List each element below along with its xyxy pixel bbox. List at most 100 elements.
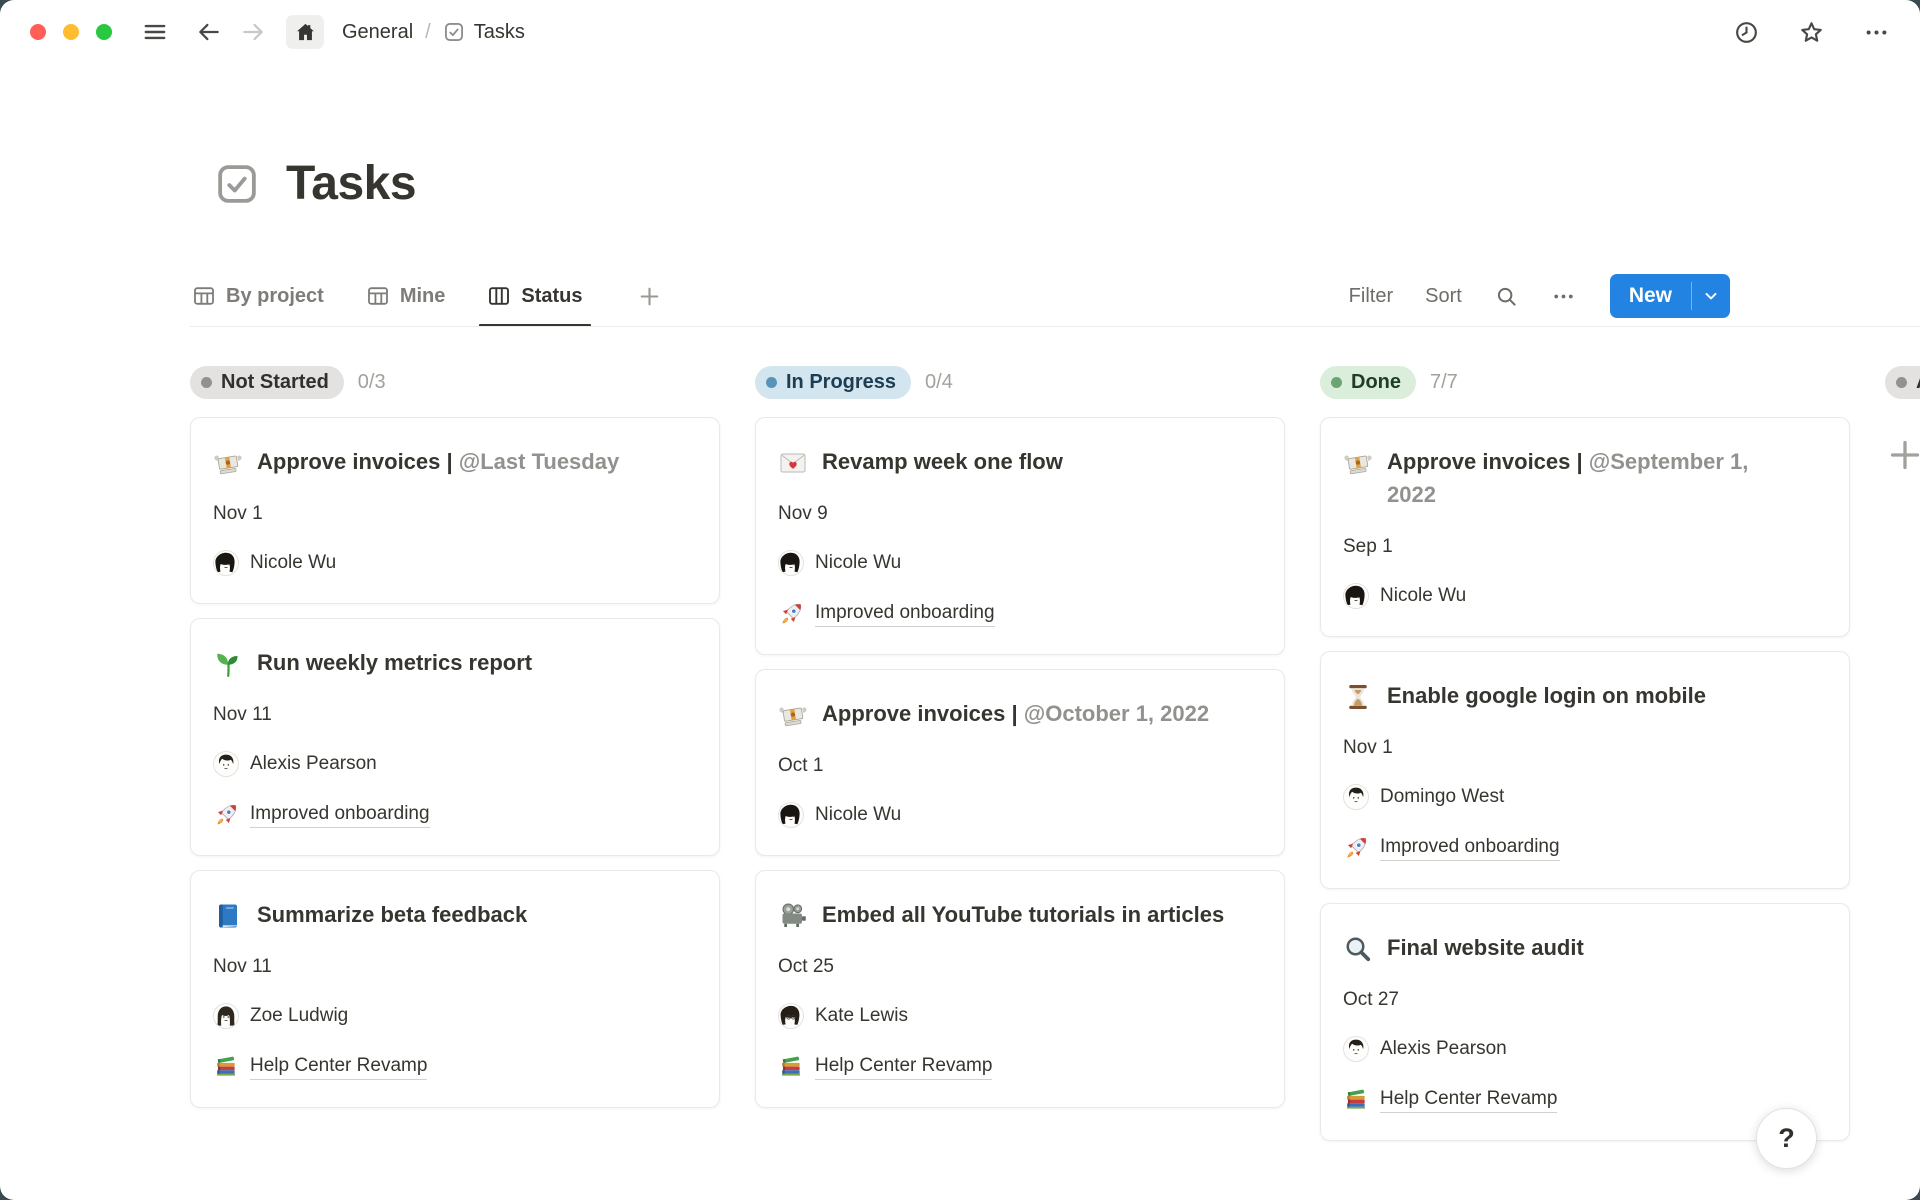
assignee-row: Alexis Pearson — [213, 751, 697, 777]
group-header: Done 7/7 — [1320, 363, 1850, 401]
breadcrumb-tasks-label: Tasks — [474, 21, 525, 44]
task-card[interactable]: Final website audit Oct 27 Alexis Pearso… — [1320, 903, 1850, 1141]
project-label: Help Center Revamp — [815, 1055, 992, 1080]
task-card[interactable]: Approve invoices | @October 1, 2022 Oct … — [755, 669, 1285, 856]
status-pill[interactable]: A — [1885, 366, 1920, 399]
avatar — [778, 802, 804, 828]
project-link[interactable]: Improved onboarding — [213, 802, 697, 828]
blue-book-icon — [213, 901, 243, 931]
table-view-icon — [192, 284, 216, 308]
tab-mine[interactable]: Mine — [364, 265, 448, 327]
project-link[interactable]: Improved onboarding — [1343, 835, 1827, 861]
assignee-name: Alexis Pearson — [1380, 1038, 1507, 1060]
assignee-name: Nicole Wu — [250, 552, 336, 574]
status-label: Done — [1351, 371, 1401, 394]
add-view-icon[interactable] — [637, 284, 662, 309]
view-tabs: By project Mine Status — [190, 265, 662, 327]
board-group: A — [1885, 363, 1920, 475]
avatar — [778, 1003, 804, 1029]
checkbox-icon — [443, 21, 465, 43]
due-date: Nov 11 — [213, 956, 697, 978]
due-date: Oct 25 — [778, 956, 1262, 978]
love-letter-icon — [778, 448, 808, 478]
new-button[interactable]: New — [1610, 274, 1730, 318]
tab-status[interactable]: Status — [485, 265, 584, 327]
tab-by-project[interactable]: By project — [190, 265, 326, 327]
task-card[interactable]: Enable google login on mobile Nov 1 Domi… — [1320, 651, 1850, 889]
breadcrumb-tasks[interactable]: Tasks — [435, 17, 533, 48]
due-date: Nov 1 — [1343, 737, 1827, 759]
books-icon — [1343, 1087, 1369, 1113]
avatar — [1343, 1036, 1369, 1062]
project-label: Help Center Revamp — [1380, 1088, 1557, 1113]
status-pill[interactable]: Not Started — [190, 366, 344, 399]
group-count: 7/7 — [1430, 371, 1458, 394]
home-button[interactable] — [286, 15, 324, 49]
money-with-wings-icon — [1343, 448, 1373, 478]
project-link[interactable]: Help Center Revamp — [778, 1054, 1262, 1080]
money-with-wings-icon — [213, 448, 243, 478]
status-dot-icon — [1331, 377, 1342, 388]
close-button[interactable] — [30, 24, 46, 40]
add-card-button[interactable] — [1885, 435, 1920, 475]
task-title-row: Approve invoices | @Last Tuesday — [213, 445, 697, 478]
task-title-row: Summarize beta feedback — [213, 898, 697, 931]
breadcrumb-general[interactable]: General — [334, 17, 421, 48]
board-group: In Progress 0/4 Revamp week one flow Nov… — [755, 363, 1285, 1108]
assignee-name: Nicole Wu — [1380, 585, 1466, 607]
task-card[interactable]: Summarize beta feedback Nov 11 Zoe Ludwi… — [190, 870, 720, 1108]
page-title[interactable]: Tasks — [214, 156, 1920, 211]
task-title-row: Enable google login on mobile — [1343, 679, 1827, 712]
task-title-row: Run weekly metrics report — [213, 646, 697, 679]
more-options-icon[interactable] — [1863, 19, 1890, 46]
assignee-row: Nicole Wu — [213, 550, 697, 576]
task-title-row: Approve invoices | @October 1, 2022 — [778, 697, 1262, 730]
new-button-label[interactable]: New — [1610, 274, 1691, 318]
task-card[interactable]: Embed all YouTube tutorials in articles … — [755, 870, 1285, 1108]
minimize-button[interactable] — [63, 24, 79, 40]
project-link[interactable]: Help Center Revamp — [1343, 1087, 1827, 1113]
page-checkbox-icon — [214, 161, 260, 207]
assignee-row: Alexis Pearson — [1343, 1036, 1827, 1062]
updates-clock-icon[interactable] — [1733, 19, 1760, 46]
hourglass-icon — [1343, 682, 1373, 712]
assignee-row: Domingo West — [1343, 784, 1827, 810]
task-title-row: Approve invoices | @September 1, 2022 — [1343, 445, 1827, 511]
search-icon[interactable] — [1494, 284, 1519, 309]
filter-button[interactable]: Filter — [1349, 285, 1393, 308]
group-cards: Approve invoices | @Last Tuesday Nov 1 N… — [190, 417, 720, 1108]
project-link[interactable]: Improved onboarding — [778, 601, 1262, 627]
avatar — [213, 550, 239, 576]
forward-icon[interactable] — [240, 19, 266, 45]
status-pill[interactable]: Done — [1320, 366, 1416, 399]
avatar — [213, 751, 239, 777]
sidebar-menu-icon[interactable] — [142, 19, 168, 45]
tab-label: By project — [226, 285, 324, 308]
status-dot-icon — [201, 377, 212, 388]
due-date: Nov 9 — [778, 503, 1262, 525]
project-link[interactable]: Help Center Revamp — [213, 1054, 697, 1080]
rocket-icon — [778, 601, 804, 627]
task-card[interactable]: Revamp week one flow Nov 9 Nicole Wu Imp… — [755, 417, 1285, 655]
avatar — [1343, 583, 1369, 609]
back-icon[interactable] — [196, 19, 222, 45]
favorite-star-icon[interactable] — [1798, 19, 1825, 46]
due-date: Oct 1 — [778, 755, 1262, 777]
task-card[interactable]: Approve invoices | @Last Tuesday Nov 1 N… — [190, 417, 720, 604]
app-window: General / Tasks Tasks By project — [0, 0, 1920, 1200]
task-card[interactable]: Approve invoices | @September 1, 2022 Se… — [1320, 417, 1850, 637]
task-title: Revamp week one flow — [822, 449, 1063, 474]
sort-button[interactable]: Sort — [1425, 285, 1462, 308]
board-view-icon — [487, 284, 511, 308]
new-dropdown-button[interactable] — [1692, 274, 1730, 318]
task-title-row: Embed all YouTube tutorials in articles — [778, 898, 1262, 931]
zoom-button[interactable] — [96, 24, 112, 40]
group-cards: Revamp week one flow Nov 9 Nicole Wu Imp… — [755, 417, 1285, 1108]
status-pill[interactable]: In Progress — [755, 366, 911, 399]
toolbar-actions: Filter Sort New — [1349, 274, 1730, 318]
help-button[interactable]: ? — [1756, 1108, 1817, 1169]
view-options-icon[interactable] — [1551, 284, 1576, 309]
group-header: A — [1885, 363, 1920, 401]
assignee-name: Alexis Pearson — [250, 753, 377, 775]
task-card[interactable]: Run weekly metrics report Nov 11 Alexis … — [190, 618, 720, 856]
